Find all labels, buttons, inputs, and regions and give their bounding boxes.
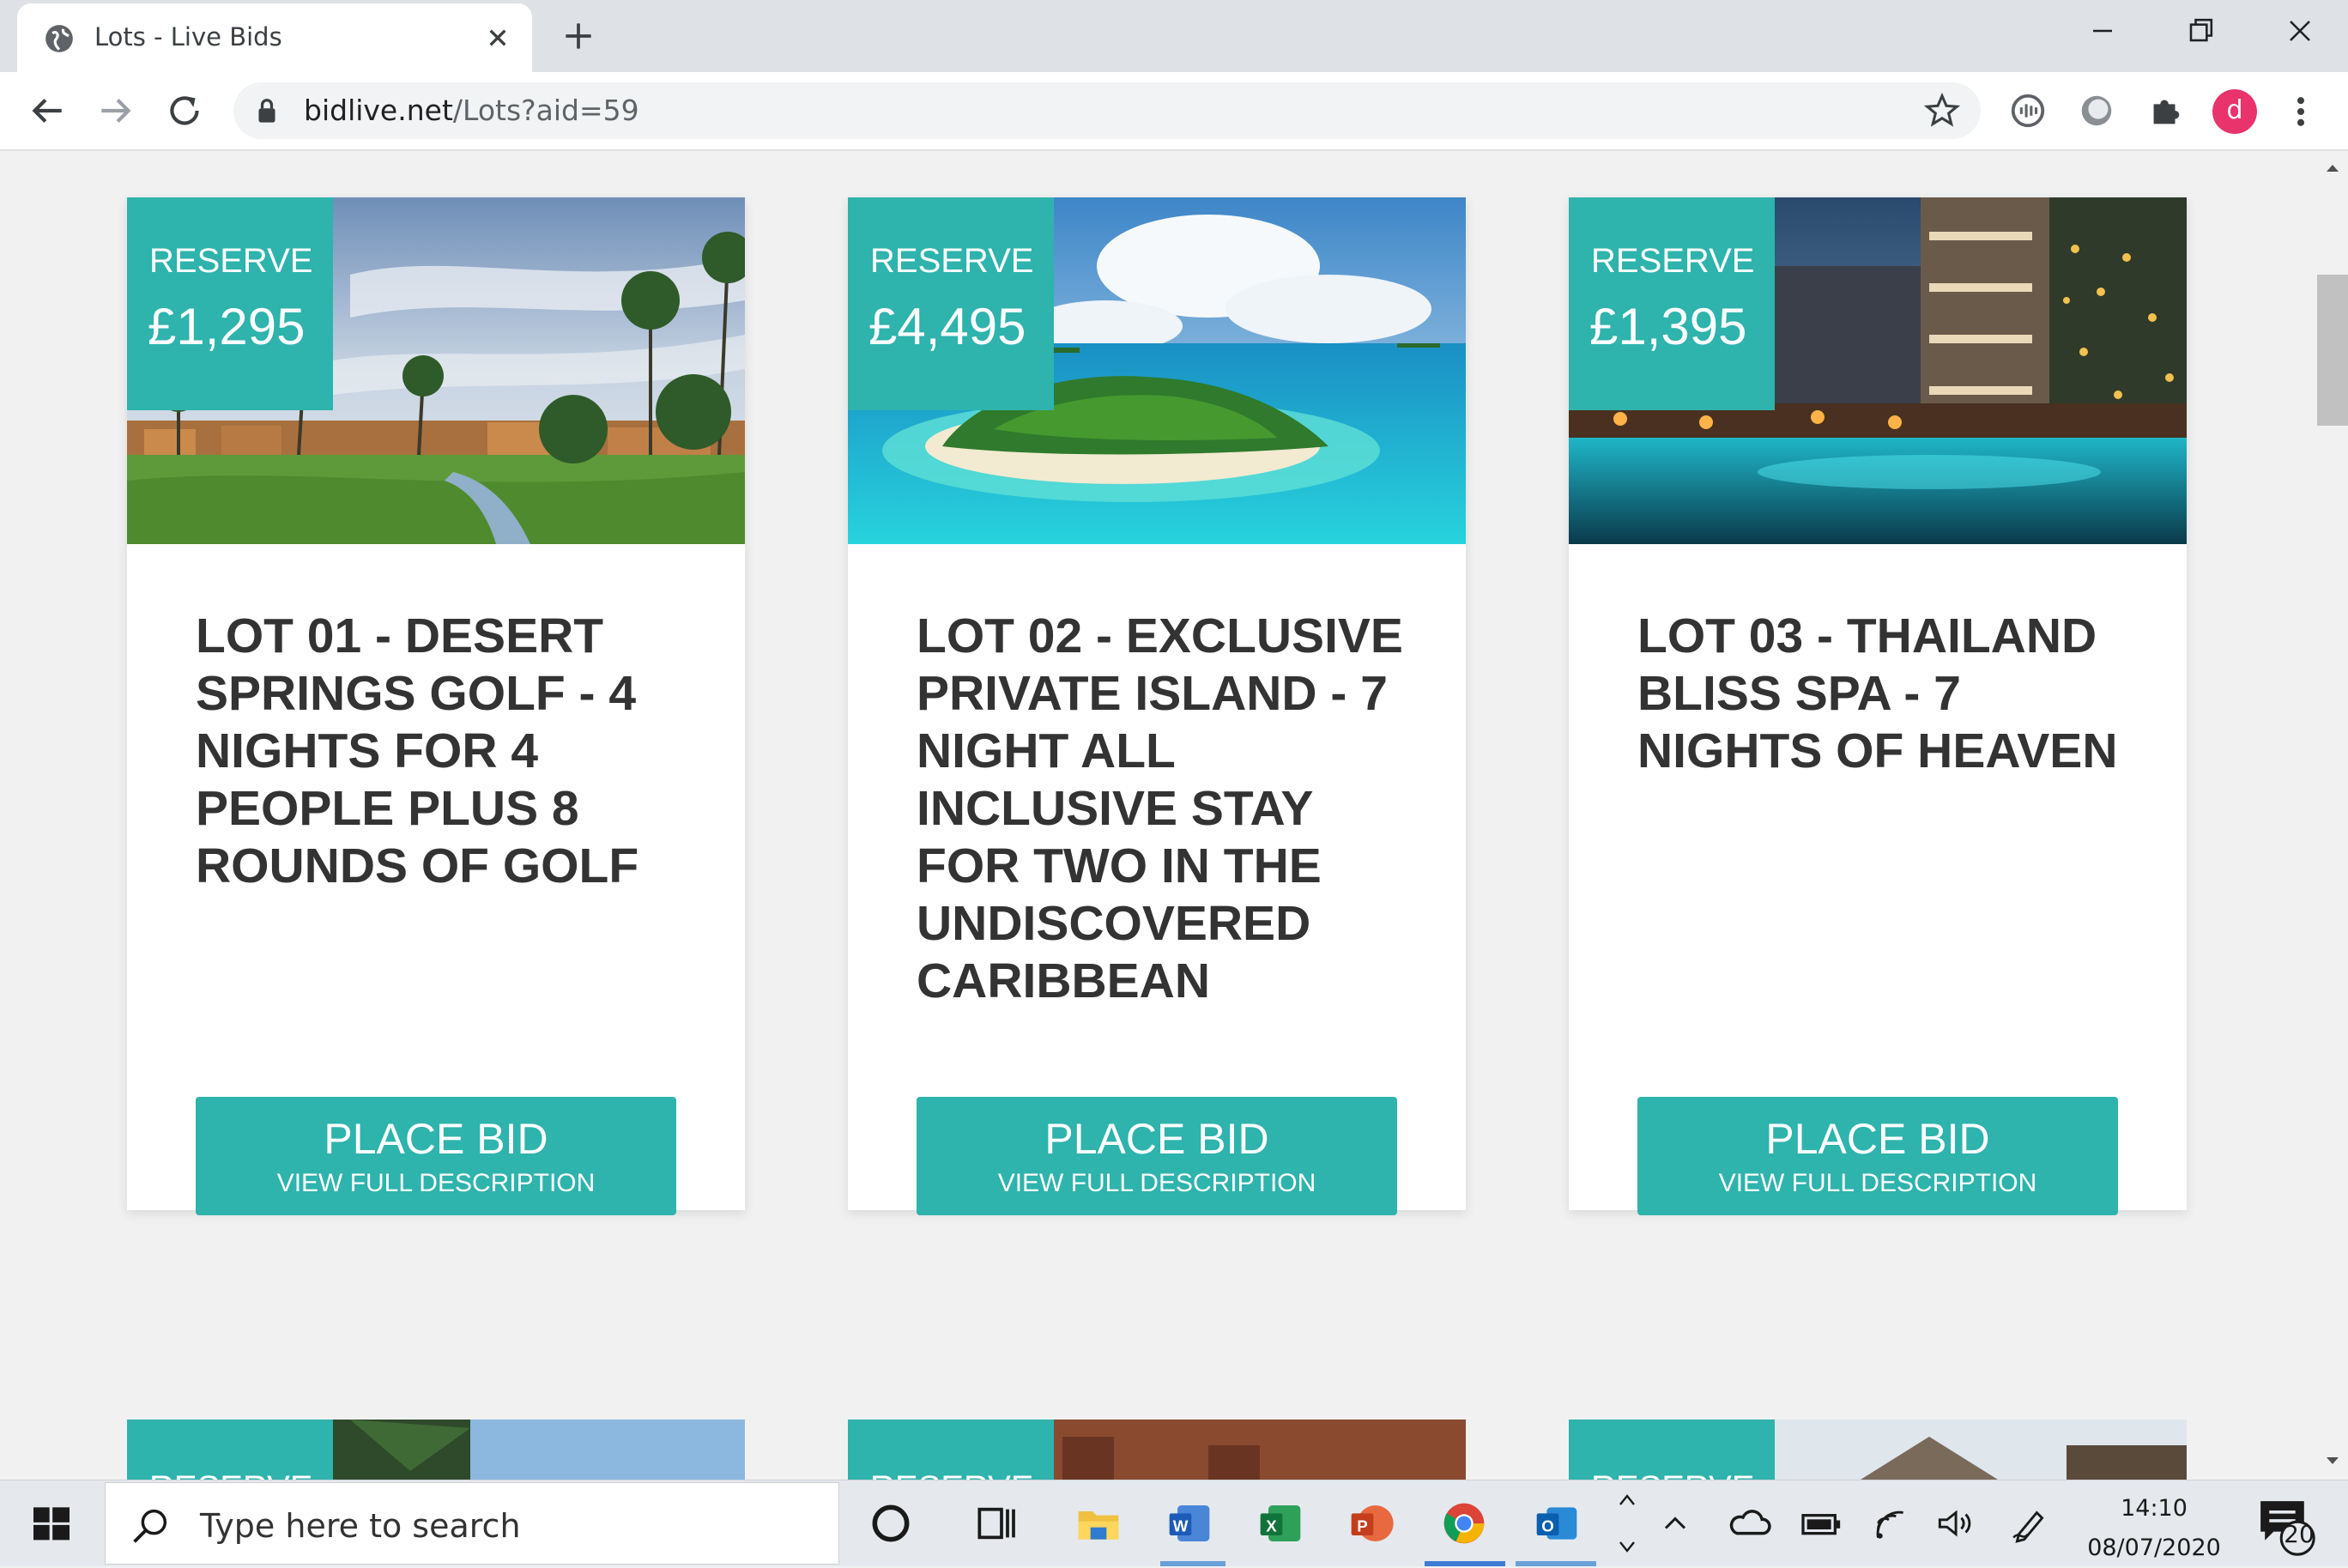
place-bid-label: PLACE BID <box>1044 1115 1269 1163</box>
reserve-label: RESERVE <box>870 242 1034 280</box>
lot-title[interactable]: LOT 02 - EXCLUSIVE PRIVATE ISLAND - 7 NI… <box>917 608 1414 1010</box>
lock-icon <box>258 99 275 123</box>
reserve-label: RESERVE <box>870 1469 1033 1480</box>
notification-count: 20 <box>2284 1520 2315 1548</box>
scroll-up-icon[interactable] <box>2324 161 2341 175</box>
search-icon <box>133 1509 167 1543</box>
svg-text:P: P <box>1357 1517 1367 1535</box>
battery-icon[interactable] <box>1795 1499 1847 1547</box>
excel-icon[interactable]: X <box>1256 1499 1304 1547</box>
file-explorer-icon[interactable] <box>1074 1499 1123 1547</box>
reserve-badge: RESERVE £1,295 <box>127 197 333 410</box>
extension-circle-icon[interactable] <box>2077 91 2116 130</box>
place-bid-button[interactable]: PLACE BID VIEW FULL DESCRIPTION <box>1637 1097 2118 1215</box>
lot-card: RESERVE <box>127 1420 745 1480</box>
new-tab-icon[interactable] <box>560 17 597 55</box>
close-window-icon[interactable] <box>2276 12 2324 50</box>
profile-avatar[interactable]: d <box>2212 89 2257 134</box>
minimize-icon[interactable] <box>2079 12 2127 50</box>
place-bid-label: PLACE BID <box>1765 1115 1990 1163</box>
svg-text:W: W <box>1173 1517 1189 1535</box>
search-placeholder: Type here to search <box>200 1507 521 1545</box>
wifi-icon[interactable] <box>1867 1499 1910 1547</box>
tab-title: Lots - Live Bids <box>94 22 282 51</box>
bookmark-star-icon[interactable] <box>1922 91 1962 130</box>
task-view-icon[interactable] <box>971 1499 1020 1547</box>
cortana-icon[interactable] <box>867 1499 915 1547</box>
reload-icon[interactable] <box>163 89 206 132</box>
chrome-icon[interactable] <box>1440 1499 1488 1547</box>
place-bid-button[interactable]: PLACE BID VIEW FULL DESCRIPTION <box>917 1097 1397 1215</box>
url-path: /Lots?aid=59 <box>452 94 639 127</box>
scroll-thumb[interactable] <box>2317 275 2348 426</box>
lot-card: RESERVE £1,295 LOT 01 - DESERT SPRINGS G… <box>127 197 745 1215</box>
reserve-badge: RESERVE <box>127 1420 333 1480</box>
reserve-label: RESERVE <box>149 1469 312 1480</box>
lot-card: RESERVE £4,495 LOT 02 - EXCLUSIVE PRIVAT… <box>848 197 1466 1215</box>
tab-lots[interactable]: Lots - Live Bids <box>17 3 532 72</box>
outlook-running-indicator <box>1516 1561 1596 1566</box>
onedrive-icon[interactable] <box>1723 1499 1775 1547</box>
svg-text:O: O <box>1541 1517 1554 1535</box>
show-hidden-icons-icon[interactable] <box>1656 1499 1694 1547</box>
more-menu-icon[interactable] <box>2288 93 2314 130</box>
taskbar: Type here to search W X P O 14:10 08/07/… <box>0 1480 2348 1566</box>
reserve-badge: RESERVE <box>1569 1420 1775 1480</box>
reserve-price: £1,395 <box>1589 298 1747 355</box>
clock-date: 08/07/2020 <box>2087 1535 2221 1561</box>
reserve-price: £4,495 <box>868 298 1026 355</box>
reserve-badge: RESERVE £1,395 <box>1569 197 1775 410</box>
lot-title[interactable]: LOT 03 - THAILAND BLISS SPA - 7 NIGHTS O… <box>1637 608 2135 780</box>
lot-title[interactable]: LOT 01 - DESERT SPRINGS GOLF - 4 NIGHTS … <box>196 608 693 895</box>
windows-start-icon[interactable] <box>27 1499 76 1547</box>
svg-text:X: X <box>1266 1517 1277 1535</box>
reserve-label: RESERVE <box>149 242 313 280</box>
system-clock[interactable]: 14:10 08/07/2020 <box>2077 1489 2231 1568</box>
powerpoint-icon[interactable]: P <box>1347 1499 1395 1547</box>
outlook-icon[interactable]: O <box>1533 1499 1581 1547</box>
reserve-badge: RESERVE <box>848 1420 1054 1480</box>
lot-card: RESERVE £1,395 LOT 03 - THAILAND BLISS S… <box>1569 197 2187 1215</box>
pen-icon[interactable] <box>2008 1499 2051 1547</box>
url-host: bidlive.net <box>304 94 453 127</box>
reserve-label: RESERVE <box>1591 1469 1754 1480</box>
lot-card: RESERVE <box>848 1420 1466 1480</box>
extensions-puzzle-icon[interactable] <box>2145 91 2185 130</box>
reserve-price: £1,295 <box>148 298 306 355</box>
place-bid-label: PLACE BID <box>324 1115 548 1163</box>
reserve-badge: RESERVE £4,495 <box>848 197 1054 410</box>
taskbar-search-box[interactable]: Type here to search <box>105 1482 839 1565</box>
globe-icon <box>45 25 73 52</box>
extension-audio-icon[interactable] <box>2008 91 2048 130</box>
url-text: bidlive.net/Lots?aid=59 <box>304 94 639 127</box>
place-bid-button[interactable]: PLACE BID VIEW FULL DESCRIPTION <box>196 1097 676 1215</box>
page-content: RESERVE £1,295 LOT 01 - DESERT SPRINGS G… <box>0 151 2317 1480</box>
view-description-label: VIEW FULL DESCRIPTION <box>276 1169 596 1197</box>
close-tab-icon[interactable] <box>481 21 515 55</box>
lot-card: RESERVE <box>1569 1420 2187 1480</box>
forward-arrow-icon[interactable] <box>94 89 137 132</box>
view-description-label: VIEW FULL DESCRIPTION <box>997 1169 1316 1197</box>
address-bar[interactable]: bidlive.net/Lots?aid=59 <box>233 82 1981 139</box>
back-arrow-icon[interactable] <box>26 89 69 132</box>
clock-time: 14:10 <box>2121 1495 2188 1522</box>
volume-icon[interactable] <box>1933 1499 1976 1547</box>
view-description-label: VIEW FULL DESCRIPTION <box>1718 1169 2037 1197</box>
browser-toolbar: bidlive.net/Lots?aid=59 d <box>0 72 2348 151</box>
word-running-indicator <box>1160 1561 1225 1566</box>
chrome-running-indicator <box>1425 1561 1505 1566</box>
word-icon[interactable]: W <box>1165 1499 1213 1547</box>
tab-strip: Lots - Live Bids <box>0 0 2348 72</box>
reserve-label: RESERVE <box>1591 242 1755 280</box>
restore-icon[interactable] <box>2176 12 2224 50</box>
taskbar-scroll-icon[interactable] <box>1617 1487 1637 1559</box>
scroll-down-icon[interactable] <box>2324 1454 2341 1468</box>
